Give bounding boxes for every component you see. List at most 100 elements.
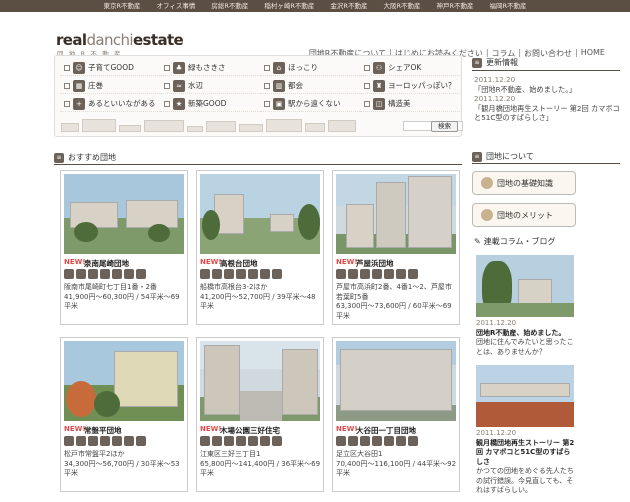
search-button[interactable]: 検索 — [431, 121, 458, 132]
category-item[interactable]: ♜ ヨーロッパっぽい？ — [360, 78, 460, 94]
column-title[interactable]: 観月橋団地再生ストーリー 第2回 カマボコと51C型のすばらしさ — [476, 439, 576, 468]
checkbox[interactable] — [64, 64, 70, 71]
column-title[interactable]: 団地R不動産、始めました。 — [476, 329, 576, 339]
feature-icon — [260, 436, 270, 446]
building-silhouette — [206, 121, 236, 132]
checkbox[interactable] — [264, 82, 270, 89]
apartment-block — [270, 214, 294, 232]
checkbox[interactable] — [164, 64, 170, 71]
category-item[interactable]: ⌂ ほっこり — [260, 60, 360, 76]
merits-button[interactable]: 団地のメリット — [472, 203, 576, 227]
apartment-block — [114, 351, 178, 407]
feature-icon — [360, 436, 370, 446]
building-silhouette — [239, 124, 263, 132]
property-title[interactable]: 芦屋浜団地 — [356, 258, 394, 269]
property-photo[interactable] — [336, 174, 456, 254]
category-item[interactable]: ▥ 都会 — [260, 78, 360, 94]
property-title[interactable]: 木場公園三好住宅 — [220, 425, 280, 436]
apartment-block — [376, 182, 406, 248]
house-icon: ⌂ — [273, 61, 285, 74]
feature-icons — [336, 269, 418, 279]
building-silhouette — [328, 120, 356, 132]
site-logo[interactable]: realdanchiestate — [56, 33, 184, 48]
property-title[interactable]: 高根台団地 — [220, 258, 258, 269]
checkbox[interactable] — [264, 100, 270, 107]
feature-icon — [64, 436, 74, 446]
category-item[interactable]: ⚇ シェアOK — [360, 60, 460, 76]
about-heading: ≡ 団地について — [472, 150, 620, 164]
property-photo[interactable] — [200, 174, 320, 254]
property-card[interactable]: NEW! 芦屋浜団地 芦屋市高浜町2番、4番1〜2、芦屋市若葉町5番 63,300… — [332, 170, 460, 325]
category-item[interactable]: ☺ 子育てGOOD — [60, 60, 160, 76]
feature-icon — [136, 436, 146, 446]
column-photo[interactable] — [476, 255, 574, 317]
building-silhouette — [305, 123, 325, 132]
checkbox[interactable] — [364, 100, 370, 107]
header: realdanchiestate 団地R不動産 団地R不動産について | はじめに… — [0, 12, 630, 59]
property-photo[interactable] — [64, 174, 184, 254]
feature-icon — [384, 269, 394, 279]
property-card[interactable]: NEW! 高根台団地 船橋市高根台3-2ほか 41,200円〜52,700円 / … — [196, 170, 324, 325]
update-link[interactable]: 「観月橋団地再生ストーリー 第2回 カマボコと51C型のすばらしさ」 — [474, 104, 624, 123]
plus-icon: + — [73, 97, 85, 110]
building-silhouette — [266, 119, 302, 132]
property-card[interactable]: NEW! 泉南尾崎団地 阪南市尾崎町七丁目1番・2番 41,900円〜60,300… — [60, 170, 188, 325]
property-price: 41,200円〜52,700円 / 39平米〜48平米 — [200, 292, 316, 311]
column-excerpt: かつての団地をめぐる先人たちの試行錯誤。今見直しても、それはすばらしい。 — [476, 467, 574, 494]
property-card[interactable]: NEW! 木場公園三好住宅 江東区三好三丁目1 65,800円〜141,400円 … — [196, 337, 324, 492]
category-item[interactable]: ◫ 構造美 — [360, 96, 460, 112]
update-date: 2011.12.20 — [474, 75, 516, 84]
topbar-link-office[interactable]: オフィス事情 — [148, 0, 203, 12]
feature-icon — [272, 436, 282, 446]
topbar-link-boso[interactable]: 房総R不動産 — [203, 0, 256, 12]
property-card[interactable]: NEW! 大谷田一丁目団地 足立区大谷田1 70,400円〜116,100円 / … — [332, 337, 460, 492]
feature-icon — [336, 436, 346, 446]
category-item[interactable]: ★ 新築GOOD — [160, 96, 260, 112]
topbar-link-inamuragasaki[interactable]: 稲村ヶ崎R不動産 — [256, 0, 322, 12]
property-info: 足立区大谷田1 70,400円〜116,100円 / 44平米〜92平米 — [336, 450, 458, 479]
column-date: 2011.12.20 — [476, 429, 517, 437]
category-item[interactable]: ▣ 駅から遠くない — [260, 96, 360, 112]
property-title[interactable]: 大谷田一丁目団地 — [356, 425, 416, 436]
topbar-link-kobe[interactable]: 神戸R不動産 — [428, 0, 481, 12]
topbar-link-tokyo[interactable]: 東京R不動産 — [95, 0, 148, 12]
checkbox[interactable] — [264, 64, 270, 71]
checkbox[interactable] — [364, 82, 370, 89]
property-photo[interactable] — [336, 341, 456, 421]
feature-icon — [384, 436, 394, 446]
update-link[interactable]: 「団地R不動産、始めました。」 — [474, 85, 624, 95]
property-card[interactable]: NEW! 常盤平団地 松戸市常盤平2ほか 34,300円〜56,700円 / 30… — [60, 337, 188, 492]
feature-icon — [236, 436, 246, 446]
property-price: 63,300円〜73,600円 / 60平米〜69平米 — [336, 302, 452, 320]
property-photo[interactable] — [200, 341, 320, 421]
category-item[interactable]: + あるといいながある — [60, 96, 160, 112]
checkbox[interactable] — [364, 64, 370, 71]
building-silhouette — [119, 125, 141, 132]
topbar-link-kanazawa[interactable]: 金沢R不動産 — [322, 0, 375, 12]
feature-icon — [396, 269, 406, 279]
tree-icon: ♣ — [173, 61, 185, 74]
property-address: 足立区大谷田1 — [336, 450, 383, 458]
checkbox[interactable] — [64, 100, 70, 107]
category-item[interactable]: ≈ 水辺 — [160, 78, 260, 94]
photo-ground — [476, 303, 574, 317]
feature-icons — [200, 269, 282, 279]
category-item[interactable]: ▦ 庄巻 — [60, 78, 160, 94]
basics-button[interactable]: 団地の基礎知識 — [472, 171, 576, 195]
category-item[interactable]: ♣ 緑もさきさ — [160, 60, 260, 76]
checkbox[interactable] — [164, 100, 170, 107]
column-entry: 2011.12.20 団地R不動産、始めました。 団地に住んでみたいと思ったこと… — [476, 319, 576, 357]
property-photo[interactable] — [64, 341, 184, 421]
checkbox[interactable] — [64, 82, 70, 89]
topbar-link-osaka[interactable]: 大阪R不動産 — [375, 0, 428, 12]
property-info: 阪南市尾崎町七丁目1番・2番 41,900円〜60,300円 / 54平米〜69平… — [64, 283, 186, 312]
property-title[interactable]: 常盤平団地 — [84, 425, 122, 436]
property-title[interactable]: 泉南尾崎団地 — [84, 258, 129, 269]
feature-icon — [212, 436, 222, 446]
new-badge: NEW! — [200, 425, 222, 433]
checkbox[interactable] — [164, 82, 170, 89]
column-photo[interactable] — [476, 365, 574, 427]
train-icon: ▣ — [273, 97, 285, 110]
topbar-link-fukuoka[interactable]: 福岡R不動産 — [482, 0, 535, 12]
list-icon: ≡ — [472, 57, 482, 68]
